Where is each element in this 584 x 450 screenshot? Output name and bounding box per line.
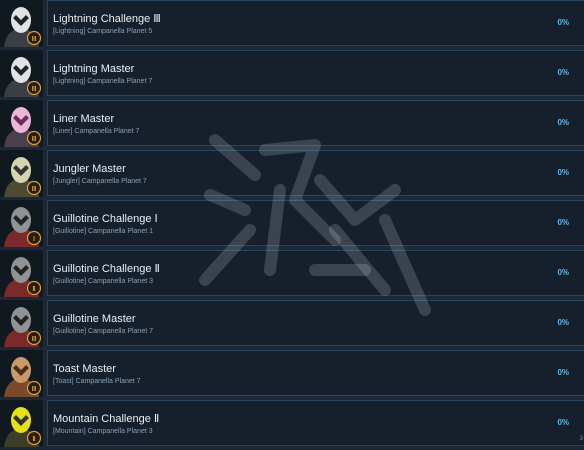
achievement-progress: 0% bbox=[557, 118, 569, 127]
achievement-description: [Mountain] Campanella Planet 3 bbox=[53, 428, 153, 435]
achievement-icon: Ⅲ bbox=[0, 0, 43, 47]
achievement-row[interactable]: Ⅱ Mountain Challenge Ⅱ [Mountain] Campane… bbox=[0, 400, 584, 450]
achievement-title: Toast Master bbox=[53, 363, 116, 375]
achievement-title: Guillotine Master bbox=[53, 313, 136, 325]
achievement-icon: Ⅲ bbox=[0, 300, 43, 347]
achievement-row[interactable]: Ⅲ Jungler Master [Jungler] Campanella Pla… bbox=[0, 150, 584, 200]
achievement-icon: Ⅰ bbox=[0, 200, 43, 247]
svg-text:Ⅲ: Ⅲ bbox=[32, 85, 37, 93]
achievement-row[interactable]: Ⅲ Liner Master [Liner] Campanella Planet … bbox=[0, 100, 584, 150]
achievement-progress: 0% bbox=[557, 68, 569, 77]
achievement-description: [Guillotine] Campanella Planet 1 bbox=[53, 228, 154, 235]
svg-text:Ⅲ: Ⅲ bbox=[32, 35, 37, 43]
page-number: 3 bbox=[579, 436, 583, 442]
achievement-panel: Mountain Challenge Ⅱ [Mountain] Campanell… bbox=[47, 400, 584, 446]
achievement-row[interactable]: Ⅲ Guillotine Master [Guillotine] Campanel… bbox=[0, 300, 584, 350]
achievement-panel: Guillotine Challenge Ⅱ [Guillotine] Campa… bbox=[47, 250, 584, 296]
achievement-description: [Jungler] Campanella Planet 7 bbox=[53, 178, 147, 185]
achievement-row[interactable]: Ⅲ Lightning Challenge Ⅲ [Lightning] Campa… bbox=[0, 0, 584, 50]
achievement-progress: 0% bbox=[557, 168, 569, 177]
achievement-progress: 0% bbox=[557, 218, 569, 227]
achievement-title: Liner Master bbox=[53, 113, 115, 125]
achievement-description: [Guillotine] Campanella Planet 3 bbox=[53, 278, 154, 285]
achievement-icon: Ⅲ bbox=[0, 100, 43, 147]
svg-text:Ⅲ: Ⅲ bbox=[32, 135, 37, 143]
achievement-panel: Lightning Challenge Ⅲ [Lightning] Campane… bbox=[47, 0, 584, 46]
achievement-icon: Ⅲ bbox=[0, 50, 43, 97]
achievement-row[interactable]: Ⅱ Guillotine Challenge Ⅱ [Guillotine] Cam… bbox=[0, 250, 584, 300]
achievement-progress: 0% bbox=[557, 368, 569, 377]
achievement-row[interactable]: Ⅲ Lightning Master [Lightning] Campanella… bbox=[0, 50, 584, 100]
achievement-description: [Liner] Campanella Planet 7 bbox=[53, 128, 140, 135]
achievement-icon: Ⅲ bbox=[0, 350, 43, 397]
achievement-panel: Guillotine Challenge Ⅰ [Guillotine] Campa… bbox=[47, 200, 584, 246]
achievement-title: Lightning Master bbox=[53, 63, 135, 75]
achievement-title: Guillotine Challenge Ⅱ bbox=[53, 263, 160, 275]
achievement-panel: Guillotine Master [Guillotine] Campanella… bbox=[47, 300, 584, 346]
achievement-list: Ⅲ Lightning Challenge Ⅲ [Lightning] Campa… bbox=[0, 0, 584, 450]
achievement-progress: 0% bbox=[557, 268, 569, 277]
svg-text:Ⅲ: Ⅲ bbox=[32, 385, 37, 393]
svg-text:Ⅲ: Ⅲ bbox=[32, 335, 37, 343]
achievement-panel: Liner Master [Liner] Campanella Planet 7 0… bbox=[47, 100, 584, 146]
achievement-title: Mountain Challenge Ⅱ bbox=[53, 413, 160, 425]
svg-text:Ⅱ: Ⅱ bbox=[32, 285, 35, 293]
achievement-icon: Ⅱ bbox=[0, 400, 43, 447]
achievement-title: Jungler Master bbox=[53, 163, 126, 175]
achievement-description: [Lightning] Campanella Planet 5 bbox=[53, 28, 153, 35]
achievement-progress: 0% bbox=[557, 318, 569, 327]
achievement-description: [Toast] Campanella Planet 7 bbox=[53, 378, 141, 385]
achievement-row[interactable]: Ⅲ Toast Master [Toast] Campanella Planet … bbox=[0, 350, 584, 400]
svg-text:Ⅰ: Ⅰ bbox=[33, 235, 35, 243]
achievement-progress: 0% bbox=[557, 418, 569, 427]
achievement-description: [Guillotine] Campanella Planet 7 bbox=[53, 328, 154, 335]
achievement-title: Guillotine Challenge Ⅰ bbox=[53, 213, 158, 225]
achievement-panel: Toast Master [Toast] Campanella Planet 7 0… bbox=[47, 350, 584, 396]
achievement-row[interactable]: Ⅰ Guillotine Challenge Ⅰ [Guillotine] Cam… bbox=[0, 200, 584, 250]
achievement-title: Lightning Challenge Ⅲ bbox=[53, 13, 161, 25]
achievement-icon: Ⅲ bbox=[0, 150, 43, 197]
achievement-icon: Ⅱ bbox=[0, 250, 43, 297]
achievement-panel: Lightning Master [Lightning] Campanella P… bbox=[47, 50, 584, 96]
achievement-description: [Lightning] Campanella Planet 7 bbox=[53, 78, 153, 85]
svg-text:Ⅲ: Ⅲ bbox=[32, 185, 37, 193]
achievement-progress: 0% bbox=[557, 18, 569, 27]
achievement-panel: Jungler Master [Jungler] Campanella Plane… bbox=[47, 150, 584, 196]
